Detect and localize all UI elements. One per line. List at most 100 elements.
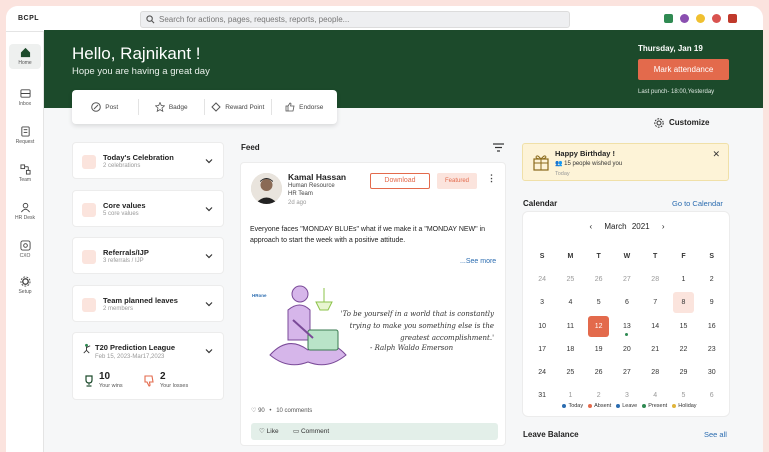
calendar-day[interactable]: 8 <box>669 292 697 314</box>
referrals-card[interactable]: Referrals/IJP 3 referrals / IJP <box>72 237 224 274</box>
more-options-icon[interactable]: ⋮ <box>487 173 496 184</box>
day-number: 28 <box>651 276 660 284</box>
calendar-day[interactable]: 6 <box>613 299 641 306</box>
calendar-day[interactable]: 20 <box>613 346 641 353</box>
reward-point-action[interactable]: Reward Point <box>205 99 272 115</box>
calendar-day[interactable]: 4 <box>556 299 584 306</box>
current-date: Thursday, Jan 19 <box>638 44 703 53</box>
weekday-header: M <box>567 253 574 261</box>
chevron-down-icon[interactable] <box>205 157 213 165</box>
calendar-day[interactable]: 28 <box>641 276 669 283</box>
setup-icon <box>19 276 31 287</box>
calendar-day[interactable]: 9 <box>698 299 726 306</box>
calendar-day[interactable]: 29 <box>669 369 697 376</box>
calendar-day[interactable]: 18 <box>556 346 584 353</box>
day-number: 9 <box>709 299 714 307</box>
calendar-day[interactable]: 28 <box>641 369 669 376</box>
day-number: 18 <box>566 345 575 353</box>
see-more-link[interactable]: ...See more <box>460 258 496 265</box>
calendar-day[interactable]: 21 <box>641 346 669 353</box>
calendar-day[interactable]: 24 <box>528 369 556 376</box>
chevron-down-icon[interactable] <box>205 300 213 308</box>
calendar-day[interactable]: 2 <box>585 392 613 399</box>
t20-prediction-card[interactable]: T20 Prediction League Feb 15, 2023-Mar17… <box>72 332 224 400</box>
calendar-day[interactable]: 7 <box>641 299 669 306</box>
celebration-card[interactable]: Today's Celebration 2 celebrations <box>72 142 224 179</box>
calendar-day[interactable]: 5 <box>669 392 697 399</box>
core-values-card[interactable]: Core values 5 core values <box>72 190 224 227</box>
calendar-day[interactable]: 14 <box>641 323 669 330</box>
sidebar-item-team[interactable]: Team <box>9 164 41 183</box>
calendar-day[interactable]: 4 <box>641 392 669 399</box>
calendar-day[interactable]: 30 <box>698 369 726 376</box>
calendar-day[interactable]: 26 <box>585 276 613 283</box>
badge-action[interactable]: Badge <box>139 99 205 115</box>
calendar-day[interactable]: 11 <box>556 323 584 330</box>
calendar-widget: ‹ March 2021 › S M T W T F S 24 25 26 27 28 1 2 3 4 5 6 7 8… <box>522 211 730 417</box>
losses-count: 2 <box>160 371 166 382</box>
calendar-day[interactable]: 2 <box>698 276 726 283</box>
calendar-day[interactable]: 24 <box>528 276 556 283</box>
bulb-icon[interactable] <box>696 14 705 23</box>
calendar-day[interactable]: 26 <box>585 369 613 376</box>
post-author[interactable]: Kamal Hassan <box>288 172 346 182</box>
calendar-day[interactable]: 3 <box>528 299 556 306</box>
calendar-day[interactable]: 17 <box>528 346 556 353</box>
comment-button[interactable]: ▭ Comment <box>293 427 329 435</box>
post-action[interactable]: Post <box>72 99 139 115</box>
mark-attendance-button[interactable]: Mark attendance <box>638 59 729 80</box>
calendar-day[interactable]: 31 <box>528 392 556 399</box>
download-button[interactable]: Download <box>370 173 430 189</box>
go-to-calendar-link[interactable]: Go to Calendar <box>672 199 723 208</box>
calendar-day[interactable]: 15 <box>669 323 697 330</box>
calendar-day[interactable]: 16 <box>698 323 726 330</box>
pin-icon[interactable] <box>728 14 737 23</box>
calendar-day[interactable]: 25 <box>556 369 584 376</box>
calendar-day[interactable]: 12 <box>585 315 613 337</box>
avatar[interactable] <box>251 173 282 204</box>
day-number: 2 <box>596 392 601 400</box>
chevron-right-icon[interactable]: › <box>662 222 665 231</box>
wins-count: 10 <box>99 371 111 382</box>
calendar-day[interactable]: 22 <box>669 346 697 353</box>
search-input[interactable]: Search for actions, pages, requests, rep… <box>140 11 570 28</box>
calendar-day[interactable]: 10 <box>528 323 556 330</box>
customize-button[interactable]: Customize <box>654 118 709 128</box>
calendar-day[interactable]: 1 <box>669 276 697 283</box>
day-number: 27 <box>623 276 631 284</box>
see-all-link[interactable]: See all <box>704 430 727 439</box>
calendar-day[interactable]: 13 <box>613 323 641 336</box>
endorse-action[interactable]: Endorse <box>272 99 338 115</box>
day-number: 31 <box>538 392 547 400</box>
sidebar-item-setup[interactable]: Setup <box>9 276 41 295</box>
comment-label: Comment <box>300 428 330 435</box>
sidebar-item-home[interactable]: Home <box>9 44 41 69</box>
team-leaves-card[interactable]: Team planned leaves 2 members <box>72 285 224 322</box>
store-icon[interactable] <box>664 14 673 23</box>
calendar-day[interactable]: 6 <box>698 392 726 399</box>
calendar-day[interactable]: 27 <box>613 369 641 376</box>
chevron-down-icon[interactable] <box>205 205 213 213</box>
calendar-day[interactable]: 5 <box>585 299 613 306</box>
chevron-down-icon[interactable] <box>205 252 213 260</box>
chevron-left-icon[interactable]: ‹ <box>589 222 592 231</box>
filter-icon[interactable] <box>493 143 504 152</box>
sidebar-item-hr-desk[interactable]: HR Desk <box>9 202 41 221</box>
award-icon[interactable] <box>712 14 721 23</box>
close-icon[interactable]: ✕ <box>712 149 720 160</box>
calendar-day[interactable]: 27 <box>613 276 641 283</box>
gift-icon[interactable] <box>680 14 689 23</box>
comment-count[interactable]: 10 comments <box>276 408 312 414</box>
calendar-day[interactable]: 3 <box>613 392 641 399</box>
post-image[interactable]: HRone 'To be yourself in a world that is… <box>250 278 498 398</box>
calendar-day[interactable]: 25 <box>556 276 584 283</box>
sidebar-item-inbox[interactable]: Inbox <box>9 88 41 107</box>
calendar-day[interactable]: 1 <box>556 392 584 399</box>
sidebar-item-cxo[interactable]: CXO <box>9 240 41 259</box>
like-button[interactable]: ♡ Like <box>259 427 279 435</box>
sidebar-item-request[interactable]: Request <box>9 126 41 145</box>
calendar-day[interactable]: 19 <box>585 346 613 353</box>
calendar-day[interactable]: 23 <box>698 346 726 353</box>
chevron-down-icon[interactable] <box>205 347 213 355</box>
day-number: 27 <box>623 369 631 377</box>
